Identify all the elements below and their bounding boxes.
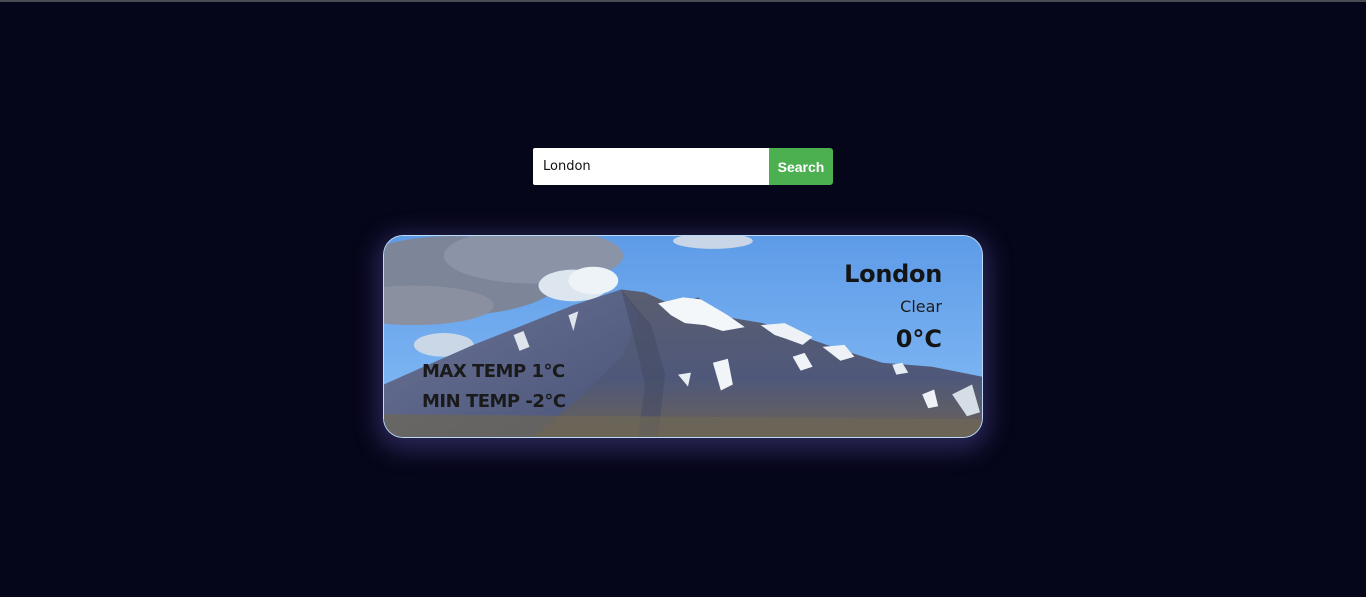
city-search-input[interactable]: [533, 148, 769, 185]
min-temp-value: -2°C: [525, 391, 566, 412]
min-temp-label: MIN TEMP: [422, 391, 520, 412]
window-top-border: [0, 0, 1366, 2]
max-temp-label: MAX TEMP: [422, 361, 526, 382]
current-temperature: 0°C: [895, 325, 942, 353]
search-button[interactable]: Search: [769, 148, 833, 185]
weather-card: London Clear 0°C MAX TEMP 1°C MIN TEMP -…: [383, 235, 983, 438]
city-name: London: [844, 260, 942, 288]
min-temp-row: MIN TEMP -2°C: [422, 391, 566, 412]
weather-condition: Clear: [900, 297, 942, 316]
max-temp-value: 1°C: [531, 361, 565, 382]
search-bar: Search: [533, 148, 833, 185]
max-temp-row: MAX TEMP 1°C: [422, 361, 565, 382]
